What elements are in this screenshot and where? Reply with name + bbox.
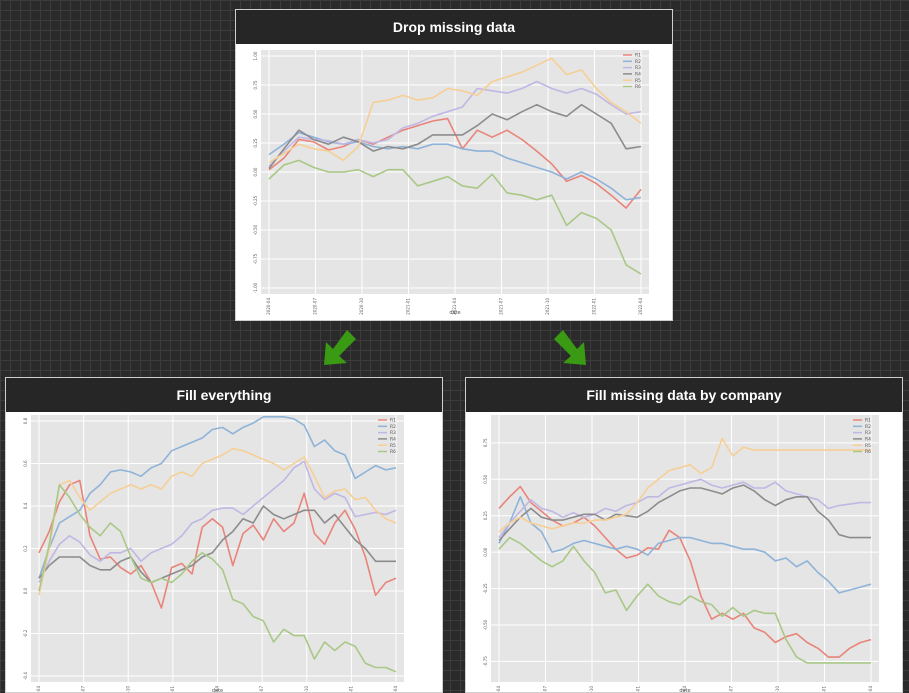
panel-drop-missing: Drop missing data 2020-04 2020-07 2020-10 2… [235, 9, 673, 321]
y-tick-label: 0.0 [23, 587, 28, 594]
x-axis-label: date [679, 688, 690, 692]
x-tick-label: 2022-04 [868, 686, 873, 692]
panel-title: Drop missing data [236, 10, 672, 44]
arrow-down-right-icon [554, 330, 586, 365]
x-tick-label: 2020-07 [81, 686, 86, 692]
y-tick-label: -0.25 [253, 195, 258, 206]
x-tick-label: 2020-07 [543, 686, 548, 692]
legend-label: R2 [635, 59, 641, 65]
legend-label: R4 [390, 437, 396, 443]
legend-label: R3 [390, 430, 396, 436]
y-tick-label: 0.75 [253, 80, 258, 89]
x-tick-label: 2022-04 [638, 298, 643, 315]
x-tick-label: 2021-01 [406, 298, 411, 315]
x-tick-label: 2022-01 [822, 686, 827, 692]
panel-fill-by-company: Fill missing data by company 2020-04 2020… [465, 377, 903, 693]
y-tick-label: -0.75 [483, 656, 488, 667]
y-tick-label: -0.25 [483, 583, 488, 594]
panel-title: Fill missing data by company [466, 378, 902, 412]
legend-label: R3 [865, 430, 871, 436]
x-tick-label: 2022-01 [348, 686, 353, 692]
chart-fill-by-company: 2020-042020-072020-102021-012021-042021-… [483, 415, 879, 692]
x-tick-label: 2020-04 [266, 298, 271, 315]
y-tick-label: 0.8 [23, 417, 28, 424]
y-tick-label: 1.00 [253, 51, 258, 60]
legend-label: R4 [865, 437, 871, 443]
y-tick-label: -0.50 [483, 619, 488, 630]
x-tick-label: 2021-10 [775, 686, 780, 692]
legend-label: R5 [865, 443, 871, 449]
x-tick-label: 2020-10 [589, 686, 594, 692]
legend-label: R6 [865, 449, 871, 455]
x-tick-label: 2020-10 [125, 686, 130, 692]
x-tick-label: 2022-01 [592, 298, 597, 315]
y-tick-label: -0.2 [23, 629, 28, 637]
x-tick-label: 2021-07 [259, 686, 264, 692]
y-tick-label: 0.25 [483, 511, 488, 520]
y-tick-label: 0.6 [23, 460, 28, 467]
chart-drop-missing: 2020-04 2020-07 2020-10 2021-01 2021-04 2021-… [253, 50, 649, 316]
y-tick-label: 0.00 [483, 547, 488, 556]
y-tick-label: -0.75 [253, 253, 258, 264]
y-tick-label: 0.50 [253, 109, 258, 118]
x-tick-label: 2021-07 [729, 686, 734, 692]
y-tick-label: 0.00 [253, 167, 258, 176]
legend-label: R1 [635, 53, 641, 59]
x-tick-label: 2021-10 [304, 686, 309, 692]
panel-title: Fill everything [6, 378, 442, 412]
x-tick-label: 2020-04 [496, 686, 501, 692]
legend-label: R1 [865, 418, 871, 424]
y-tick-label: -0.4 [23, 672, 28, 680]
legend-label: R4 [635, 72, 641, 78]
y-tick-label: -0.50 [253, 224, 258, 235]
x-tick-label: 2021-01 [636, 686, 641, 692]
y-tick-label: 0.50 [483, 474, 488, 483]
legend-label: R1 [390, 418, 396, 424]
legend-label: R5 [390, 443, 396, 449]
legend-label: R3 [635, 65, 641, 71]
legend-label: R2 [390, 424, 396, 430]
x-axis-label: date [449, 310, 460, 316]
legend-label: R2 [865, 424, 871, 430]
legend-label: R6 [390, 449, 396, 455]
x-tick-label: 2020-07 [313, 298, 318, 315]
panel-fill-everything: Fill everything 2020-04 2020-07 2020-10 202… [5, 377, 443, 693]
y-tick-label: -1.00 [253, 282, 258, 293]
x-tick-label: 2022-04 [393, 686, 398, 692]
y-tick-label: 0.4 [23, 502, 28, 509]
legend-label: R5 [635, 78, 641, 84]
x-tick-label: 2020-04 [36, 686, 41, 692]
chart-fill-everything: 2020-042020-072020-102021-012021-042021-… [23, 415, 404, 692]
x-axis-label: date [212, 688, 223, 692]
legend-label: R6 [635, 84, 641, 90]
y-tick-label: 0.75 [483, 438, 488, 447]
x-tick-label: 2020-10 [359, 298, 364, 315]
y-tick-label: 0.2 [23, 545, 28, 552]
x-tick-label: 2021-07 [499, 298, 504, 315]
y-tick-label: 0.25 [253, 138, 258, 147]
arrow-down-left-icon [324, 330, 356, 365]
x-tick-label: 2021-10 [545, 298, 550, 315]
x-tick-label: 2021-01 [170, 686, 175, 692]
